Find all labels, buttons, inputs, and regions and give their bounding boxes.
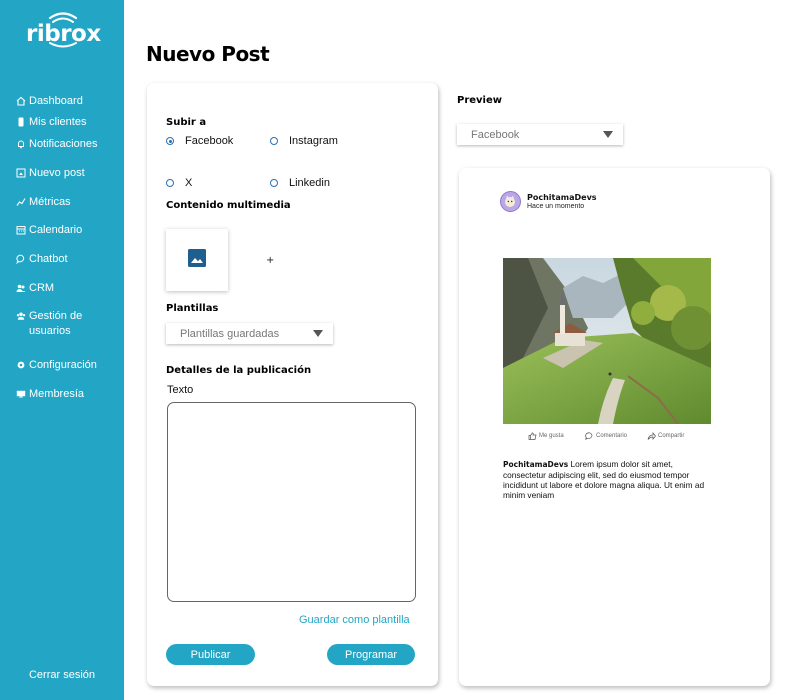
- comment-icon: [585, 432, 593, 440]
- logout-link[interactable]: Cerrar sesión: [0, 669, 124, 681]
- media-upload-box[interactable]: [166, 229, 228, 291]
- radio-circle: [166, 179, 174, 187]
- sidebar-item-mis-clientes[interactable]: Mis clientes: [16, 115, 86, 130]
- radio-x[interactable]: X: [166, 177, 192, 189]
- brand-name: ribrox: [26, 21, 101, 47]
- preview-title: Preview: [457, 95, 503, 106]
- avatar: [500, 191, 521, 212]
- image-icon: [188, 249, 206, 271]
- sidebar-item-label: Métricas: [29, 196, 71, 208]
- add-media-button[interactable]: +: [266, 255, 274, 266]
- sidebar-item-label: CRM: [29, 282, 55, 294]
- radio-circle: [166, 137, 174, 145]
- sidebar-item-membresia[interactable]: Membresía: [16, 387, 84, 402]
- sidebar-item-calendario[interactable]: Calendario: [16, 223, 82, 238]
- sidebar-item-notificaciones[interactable]: Notificaciones: [16, 137, 97, 152]
- sidebar-item-label: Chatbot: [29, 253, 68, 265]
- radio-label: Linkedin: [289, 177, 330, 189]
- schedule-button[interactable]: Programar: [327, 644, 415, 665]
- sidebar-item-nuevo-post[interactable]: Nuevo post: [16, 166, 85, 181]
- preview-network-value: Facebook: [471, 128, 520, 141]
- calendar-icon: [16, 225, 26, 235]
- bell-icon: [16, 139, 26, 149]
- templates-select[interactable]: Plantillas guardadas: [166, 323, 333, 344]
- preview-account-name: PochitamaDevs: [527, 193, 597, 202]
- radio-label: Facebook: [185, 135, 234, 147]
- radio-facebook[interactable]: Facebook: [166, 135, 233, 147]
- preview-post-image: [503, 258, 711, 424]
- templates-label: Plantillas: [166, 303, 219, 314]
- sidebar-item-label: Nuevo post: [29, 167, 85, 179]
- sidebar-item-chatbot[interactable]: Chatbot: [16, 252, 68, 267]
- like-action[interactable]: Me gusta: [528, 432, 564, 440]
- sidebar-item-crm[interactable]: CRM: [16, 281, 54, 296]
- sidebar-item-label: Dashboard: [29, 95, 83, 107]
- templates-select-value: Plantillas guardadas: [180, 327, 280, 340]
- media-label: Contenido multimedia: [166, 200, 291, 211]
- sidebar: ribrox Dashboard Mis clientes Notificaci…: [0, 0, 124, 700]
- save-template-link[interactable]: Guardar como plantilla: [299, 614, 410, 626]
- like-label: Me gusta: [539, 433, 564, 439]
- radio-label: Instagram: [289, 135, 338, 147]
- crm-icon: [16, 283, 26, 293]
- caption-username: PochitamaDevs: [503, 460, 569, 469]
- preview-timestamp: Hace un momento: [527, 203, 585, 210]
- radio-circle: [270, 179, 278, 187]
- caret-down-icon: [313, 330, 323, 337]
- share-icon: [647, 432, 656, 440]
- sidebar-item-configuracion[interactable]: Configuración: [16, 358, 97, 373]
- sidebar-item-label: Calendario: [29, 224, 83, 236]
- radio-circle: [270, 137, 278, 145]
- preview-network-select[interactable]: Facebook: [457, 124, 623, 145]
- post-text-input[interactable]: [167, 402, 416, 602]
- share-action[interactable]: Compartir: [647, 432, 684, 440]
- metrics-icon: [16, 197, 26, 207]
- page-title: Nuevo Post: [146, 42, 270, 66]
- radio-instagram[interactable]: Instagram: [270, 135, 338, 147]
- sidebar-item-gestion-usuarios[interactable]: Gestión de usuarios: [16, 309, 116, 339]
- chat-icon: [16, 254, 26, 264]
- phone-icon: [16, 117, 26, 127]
- comment-label: Comentario: [596, 433, 628, 439]
- home-icon: [16, 96, 26, 106]
- sidebar-item-label: Configuración: [29, 359, 97, 371]
- details-label: Detalles de la publicación: [166, 365, 312, 376]
- preview-caption: PochitamaDevs Lorem ipsum dolor sit amet…: [503, 459, 711, 500]
- sidebar-item-metricas[interactable]: Métricas: [16, 195, 71, 210]
- share-label: Compartir: [658, 433, 685, 439]
- gear-icon: [16, 360, 26, 370]
- new-post-icon: [16, 168, 26, 178]
- radio-linkedin[interactable]: Linkedin: [270, 177, 330, 189]
- users-icon: [16, 311, 26, 321]
- sidebar-item-label: Notificaciones: [29, 138, 98, 150]
- sidebar-item-label: Mis clientes: [29, 116, 87, 128]
- post-preview-card: [459, 168, 770, 686]
- caret-down-icon: [603, 131, 613, 138]
- radio-label: X: [185, 177, 193, 189]
- thumbs-up-icon: [528, 432, 537, 440]
- sidebar-item-label: Gestión de usuarios: [29, 310, 83, 337]
- upload-to-label: Subir a: [166, 117, 207, 128]
- membership-icon: [16, 389, 26, 399]
- comment-action[interactable]: Comentario: [585, 432, 627, 440]
- publish-button[interactable]: Publicar: [166, 644, 255, 665]
- sidebar-item-dashboard[interactable]: Dashboard: [16, 94, 83, 109]
- avatar-cat-icon: [505, 195, 515, 207]
- brand-logo: ribrox: [26, 10, 101, 50]
- sidebar-item-label: Membresía: [29, 388, 85, 400]
- text-label: Texto: [167, 384, 194, 396]
